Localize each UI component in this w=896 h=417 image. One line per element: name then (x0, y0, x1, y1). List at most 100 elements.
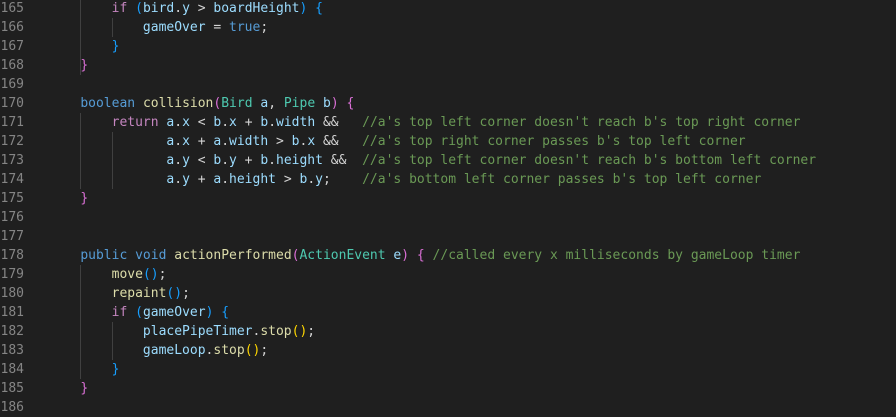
line-number[interactable]: 183 (0, 341, 24, 360)
code-line[interactable]: 185 } (0, 379, 896, 398)
code-token: ( (244, 343, 253, 358)
code-line[interactable]: 186 (0, 398, 896, 417)
code-line[interactable]: 181 if (gameOver) { (0, 303, 896, 322)
code-editor[interactable]: 165 if (bird.y > boardHeight) {166 gameO… (0, 0, 896, 417)
code-line[interactable]: 182 placePipeTimer.stop(); (0, 322, 896, 341)
line-number[interactable]: 185 (0, 379, 24, 398)
code-token: ActionEvent (299, 248, 386, 263)
code-token: ; (322, 172, 363, 187)
line-number[interactable]: 176 (0, 208, 24, 227)
code-line[interactable]: 180 repaint(); (0, 284, 896, 303)
line-number[interactable]: 178 (0, 246, 24, 265)
code-text: } (49, 360, 120, 379)
line-number[interactable]: 167 (0, 37, 24, 56)
code-line[interactable]: 168 } (0, 56, 896, 75)
line-number[interactable]: 180 (0, 284, 24, 303)
code-token: b (260, 153, 269, 168)
line-number[interactable]: 186 (0, 398, 24, 417)
code-token: < (189, 153, 214, 168)
code-token: Pipe (283, 96, 316, 111)
code-token: collision (142, 96, 214, 111)
code-line[interactable]: 183 gameLoop.stop(); (0, 341, 896, 360)
code-token: y (182, 153, 190, 168)
code-line[interactable]: 179 move(); (0, 265, 896, 284)
line-number[interactable]: 184 (0, 360, 24, 379)
code-token: x (307, 134, 316, 149)
code-token: . (221, 134, 230, 149)
line-number[interactable]: 169 (0, 75, 24, 94)
line-number[interactable]: 172 (0, 132, 24, 151)
code-token: } (80, 191, 89, 206)
code-text: gameLoop.stop(); (49, 341, 268, 360)
code-text: } (49, 189, 88, 208)
code-text: gameOver = true; (49, 18, 268, 37)
line-number[interactable]: 181 (0, 303, 24, 322)
code-line[interactable]: 184 } (0, 360, 896, 379)
line-number[interactable]: 174 (0, 170, 24, 189)
code-line[interactable]: 178 public void actionPerformed(ActionEv… (0, 246, 896, 265)
line-number[interactable]: 166 (0, 18, 24, 37)
code-text: a.y + a.height > b.y; //a's bottom left … (49, 170, 761, 189)
code-token: && (315, 134, 363, 149)
code-text: return a.x < b.x + b.width && //a's top … (49, 113, 801, 132)
code-line[interactable]: 173 a.y < b.y + b.height && //a's top le… (0, 151, 896, 170)
code-token: > (276, 172, 300, 187)
code-line[interactable]: 170 boolean collision(Bird a, Pipe b) { (0, 94, 896, 113)
code-line[interactable]: 166 gameOver = true; (0, 18, 896, 37)
line-number[interactable]: 173 (0, 151, 24, 170)
code-token: boardHeight (213, 1, 300, 16)
code-text: boolean collision(Bird a, Pipe b) { (49, 94, 354, 113)
code-token: + (189, 172, 214, 187)
code-token: . (174, 134, 183, 149)
code-token: . (174, 153, 183, 168)
code-line[interactable]: 171 return a.x < b.x + b.width && //a's … (0, 113, 896, 132)
line-number[interactable]: 177 (0, 227, 24, 246)
code-token: ; (307, 324, 316, 339)
code-token: ) (401, 248, 410, 263)
code-token: . (268, 115, 277, 130)
code-token: } (111, 362, 120, 377)
code-text: if (gameOver) { (49, 303, 229, 322)
code-line[interactable]: 165 if (bird.y > boardHeight) { (0, 0, 896, 18)
line-number[interactable]: 182 (0, 322, 24, 341)
code-token: && (315, 115, 363, 130)
code-token: } (111, 39, 120, 54)
code-token: < (189, 115, 214, 130)
code-line[interactable]: 176 (0, 208, 896, 227)
code-token: . (174, 172, 183, 187)
code-line[interactable]: 175 } (0, 189, 896, 208)
code-token: . (174, 1, 183, 16)
code-line[interactable]: 172 a.x + a.width > b.x && //a's top rig… (0, 132, 896, 151)
line-number[interactable]: 175 (0, 189, 24, 208)
code-comment: //a's top left corner doesn't reach b's … (362, 153, 817, 168)
code-line[interactable]: 167 } (0, 37, 896, 56)
code-token: y (229, 153, 237, 168)
code-line[interactable]: 174 a.y + a.height > b.y; //a's bottom l… (0, 170, 896, 189)
code-line[interactable]: 169 (0, 75, 896, 94)
code-token: height (229, 172, 276, 187)
code-text: repaint(); (49, 284, 190, 303)
line-number[interactable]: 165 (0, 0, 24, 18)
code-token: ( (135, 1, 143, 16)
line-number[interactable]: 168 (0, 56, 24, 75)
code-token: + (236, 115, 261, 130)
code-token: ) (150, 267, 159, 282)
line-number[interactable]: 170 (0, 94, 24, 113)
code-comment: //a's top right corner passes b's top le… (362, 134, 746, 149)
line-number[interactable]: 171 (0, 113, 24, 132)
line-number[interactable]: 179 (0, 265, 24, 284)
code-token: . (221, 172, 230, 187)
code-line[interactable]: 177 (0, 227, 896, 246)
